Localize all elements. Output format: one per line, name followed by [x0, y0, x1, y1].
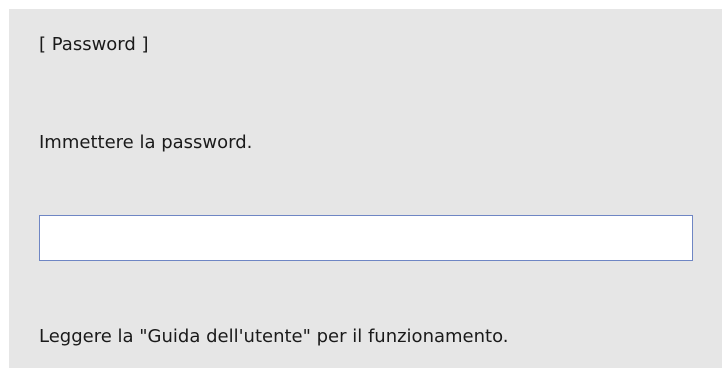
password-prompt: Immettere la password. [39, 132, 253, 153]
help-text: Leggere la "Guida dell'utente" per il fu… [39, 326, 509, 347]
password-input[interactable] [39, 215, 693, 261]
dialog-title: [ Password ] [39, 34, 149, 55]
password-dialog: [ Password ] Immettere la password. Legg… [9, 9, 722, 368]
